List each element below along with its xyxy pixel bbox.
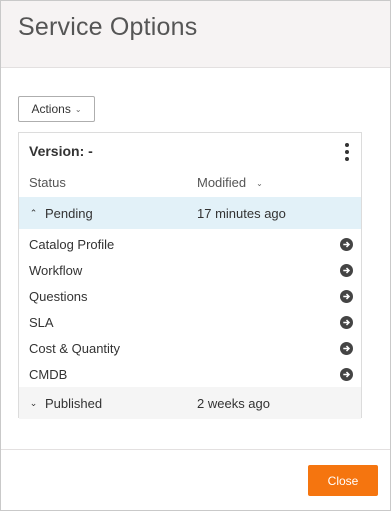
list-item-sla[interactable]: SLA: [19, 310, 361, 336]
chevron-down-icon: ⌄: [29, 397, 38, 408]
item-label: Catalog Profile: [29, 237, 115, 252]
actions-label: Actions: [31, 102, 71, 116]
list-item-questions[interactable]: Questions: [19, 284, 361, 310]
list-item-cost-quantity[interactable]: Cost & Quantity: [19, 336, 361, 362]
arrow-circle-right-icon[interactable]: [340, 238, 353, 251]
version-panel: Version: - Status Modified ⌄ ⌃ Pending 1…: [18, 132, 362, 419]
item-label: Workflow: [29, 263, 83, 278]
column-modified-label: Modified: [197, 175, 247, 190]
column-status: Status: [29, 175, 66, 190]
chevron-down-icon: ⌄: [74, 105, 82, 114]
dialog-footer: Close: [1, 449, 390, 510]
published-label: Published: [45, 395, 103, 411]
arrow-circle-right-icon[interactable]: [340, 342, 353, 355]
chevron-up-icon: ⌃: [29, 207, 38, 218]
item-label: Cost & Quantity: [29, 341, 121, 356]
list-item-workflow[interactable]: Workflow: [19, 258, 361, 284]
close-button[interactable]: Close: [308, 465, 378, 496]
list-item-catalog-profile[interactable]: Catalog Profile: [19, 232, 361, 258]
arrow-circle-right-icon[interactable]: [340, 368, 353, 381]
column-header-row: Status Modified ⌄: [19, 171, 361, 198]
list-item-cmdb[interactable]: CMDB: [19, 362, 361, 388]
arrow-circle-right-icon[interactable]: [340, 290, 353, 303]
arrow-circle-right-icon[interactable]: [340, 316, 353, 329]
arrow-circle-right-icon[interactable]: [340, 264, 353, 277]
chevron-down-icon: ⌄: [256, 178, 263, 188]
actions-dropdown-button[interactable]: Actions ⌄: [18, 96, 95, 122]
pending-label: Pending: [45, 205, 93, 221]
published-row[interactable]: ⌄ Published 2 weeks ago: [19, 387, 361, 419]
column-modified-sort[interactable]: Modified ⌄: [197, 175, 263, 190]
kebab-menu-icon[interactable]: [342, 143, 352, 161]
version-label: Version: -: [29, 143, 93, 159]
item-label: CMDB: [29, 367, 68, 382]
service-options-dialog: Service Options Actions ⌄ Version: - Sta…: [0, 0, 391, 511]
pending-modified: 17 minutes ago: [197, 205, 286, 221]
item-label: Questions: [29, 289, 88, 304]
dialog-header: Service Options: [1, 1, 390, 68]
published-modified: 2 weeks ago: [197, 395, 270, 411]
item-label: SLA: [29, 315, 54, 330]
pending-row[interactable]: ⌃ Pending 17 minutes ago: [19, 197, 361, 229]
dialog-title: Service Options: [18, 13, 198, 41]
